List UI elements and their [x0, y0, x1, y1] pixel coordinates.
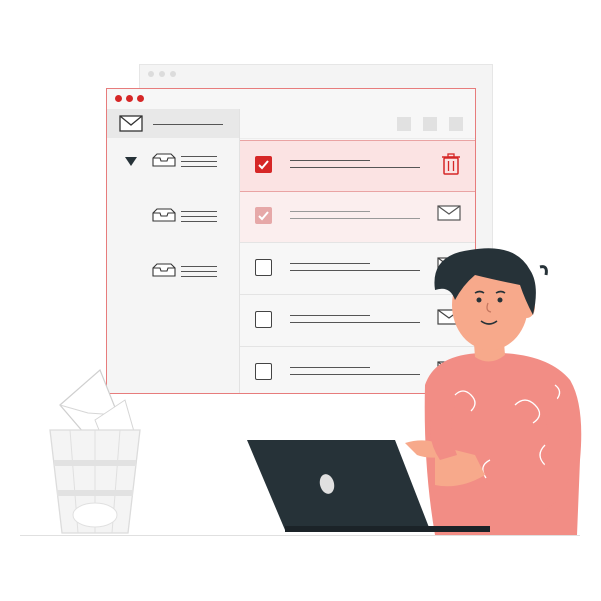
check-icon	[258, 160, 269, 170]
ground-line	[20, 535, 580, 536]
inbox-icon	[152, 263, 176, 277]
folder-sidebar	[107, 109, 240, 393]
message-checkbox[interactable]	[255, 259, 272, 276]
toolbar-button[interactable]	[449, 117, 463, 131]
inbox-icon	[152, 153, 176, 167]
toolbar-button[interactable]	[397, 117, 411, 131]
envelope-icon	[119, 115, 143, 132]
folder-item[interactable]	[107, 149, 239, 179]
message-checkbox[interactable]	[255, 311, 272, 328]
window-controls	[115, 95, 144, 102]
message-checkbox[interactable]	[255, 207, 272, 224]
maximize-dot[interactable]	[137, 95, 144, 102]
message-checkbox[interactable]	[255, 156, 272, 173]
message-row[interactable]	[240, 140, 475, 192]
inbox-icon	[152, 208, 176, 222]
envelope-icon[interactable]	[437, 204, 461, 222]
message-checkbox[interactable]	[255, 363, 272, 380]
caret-down-icon	[125, 157, 137, 166]
message-row[interactable]	[240, 192, 475, 243]
folder-item[interactable]	[107, 259, 239, 289]
close-dot[interactable]	[115, 95, 122, 102]
minimize-dot[interactable]	[126, 95, 133, 102]
toolbar-button[interactable]	[423, 117, 437, 131]
sidebar-header-line	[153, 124, 223, 125]
window-titlebar	[107, 89, 475, 110]
background-window-dots	[148, 71, 176, 77]
check-icon	[258, 211, 269, 221]
laptop-icon	[247, 440, 490, 532]
trash-icon[interactable]	[441, 153, 461, 175]
message-toolbar	[240, 109, 475, 139]
sidebar-header[interactable]	[107, 109, 239, 138]
wastebasket-icon	[49, 368, 141, 534]
folder-item[interactable]	[107, 204, 239, 234]
illustration-scene	[0, 0, 601, 601]
